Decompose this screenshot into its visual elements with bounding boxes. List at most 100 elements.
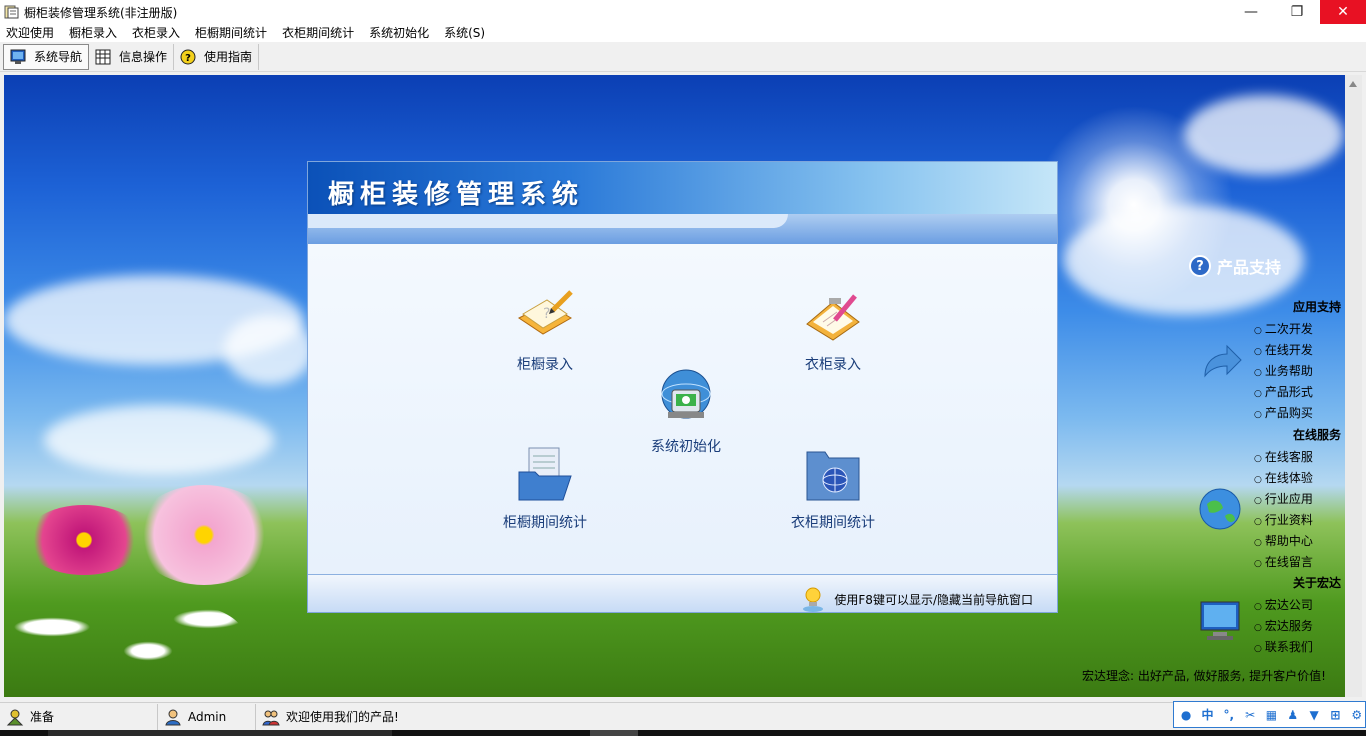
- globe-computer-icon: [661, 369, 711, 419]
- title-bar: 橱柜装修管理系统(非注册版) — ❐ ✕: [0, 0, 1366, 24]
- pink-flower: [134, 485, 274, 585]
- document-folder-icon: [518, 447, 572, 501]
- person-pin-icon: [6, 709, 24, 725]
- cloud: [224, 315, 314, 385]
- taskbar-segment: [590, 730, 638, 736]
- clipboard-pen-icon: [806, 294, 860, 341]
- link-online-support[interactable]: 在线客服: [1254, 448, 1313, 469]
- keyboard-icon[interactable]: ▦: [1263, 706, 1279, 723]
- skin-icon[interactable]: ▼: [1306, 706, 1322, 723]
- link-hongda-service[interactable]: 宏达服务: [1254, 617, 1313, 638]
- cabinet-entry-label: 柜橱录入: [517, 357, 573, 373]
- app-support-title: 应用支持: [1292, 300, 1341, 314]
- link-business-help[interactable]: 业务帮助: [1254, 362, 1313, 383]
- status-welcome: 欢迎使用我们的产品!: [256, 704, 1166, 730]
- info-operation-button[interactable]: 信息操作: [89, 43, 175, 70]
- grid-icon: [95, 49, 111, 64]
- system-init-tile[interactable]: 系统初始化: [611, 366, 761, 456]
- notebook-pencil-icon: ?: [518, 290, 573, 335]
- help-icon: ?: [180, 49, 196, 64]
- f8-tip-text: 使用F8键可以显示/隐藏当前导航窗口: [834, 592, 1033, 607]
- svg-text:?: ?: [185, 53, 191, 64]
- about-title: 关于宏达: [1292, 576, 1341, 590]
- online-service-group: 在线服务 在线客服 在线体验 行业应用 行业资料 帮助中心 在线留言: [1179, 426, 1349, 569]
- grid-menu-icon[interactable]: ⊞: [1327, 706, 1343, 723]
- status-welcome-text: 欢迎使用我们的产品!: [286, 710, 399, 724]
- restore-button[interactable]: ❐: [1274, 0, 1320, 24]
- link-product-purchase[interactable]: 产品购买: [1254, 404, 1313, 425]
- online-service-title: 在线服务: [1292, 428, 1341, 442]
- menu-bar: 欢迎使用 橱柜录入 衣柜录入 柜橱期间统计 衣柜期间统计 系统初始化 系统(S): [0, 24, 1366, 42]
- app-support-links: 二次开发 在线开发 业务帮助 产品形式 产品购买: [1254, 320, 1313, 425]
- white-flowers: [4, 595, 244, 675]
- info-operation-label: 信息操作: [119, 50, 168, 64]
- menu-wardrobe-entry[interactable]: 衣柜录入: [126, 24, 189, 42]
- menu-cabinet-entry[interactable]: 橱柜录入: [63, 24, 126, 42]
- link-hongda-company[interactable]: 宏达公司: [1254, 596, 1313, 617]
- menu-welcome[interactable]: 欢迎使用: [0, 24, 63, 42]
- cloud: [1184, 95, 1344, 175]
- close-button[interactable]: ✕: [1320, 0, 1366, 24]
- system-nav-button[interactable]: 系统导航: [3, 43, 90, 70]
- link-online-message[interactable]: 在线留言: [1254, 553, 1313, 574]
- menu-wardrobe-stats[interactable]: 衣柜期间统计: [276, 24, 363, 42]
- link-product-form[interactable]: 产品形式: [1254, 383, 1313, 404]
- blue-arrow-icon: [1204, 344, 1242, 378]
- link-contact-us[interactable]: 联系我们: [1254, 638, 1313, 659]
- link-online-dev[interactable]: 在线开发: [1254, 341, 1313, 362]
- wardrobe-stats-label: 衣柜期间统计: [791, 515, 875, 531]
- computer-monitor-icon: [1200, 601, 1240, 640]
- ime-toolbar: ● 中 °, ✂ ▦ ♟ ▼ ⊞ ⚙: [1173, 701, 1366, 728]
- menu-system-init[interactable]: 系统初始化: [363, 24, 438, 42]
- app-support-group: 应用支持 二次开发 在线开发 业务帮助 产品形式 产品购买: [1179, 298, 1349, 420]
- svg-text:?: ?: [543, 306, 550, 322]
- globe-arrow-icon: [1199, 488, 1241, 530]
- menu-cabinet-stats[interactable]: 柜橱期间统计: [189, 24, 276, 42]
- product-support-title: ? 产品支持: [1189, 254, 1281, 278]
- ime-chinese-toggle[interactable]: 中: [1199, 706, 1215, 723]
- scroll-up-arrow-icon[interactable]: [1349, 81, 1357, 87]
- panel-footer: 使用F8键可以显示/隐藏当前导航窗口: [308, 574, 1057, 612]
- cabinet-entry-tile[interactable]: ? 柜橱录入: [470, 284, 620, 374]
- window-title: 橱柜装修管理系统(非注册版): [24, 5, 178, 20]
- about-group: 关于宏达 宏达公司 宏达服务 联系我们: [1179, 574, 1349, 674]
- lightbulb-icon: [803, 587, 824, 612]
- link-help-center[interactable]: 帮助中心: [1254, 532, 1313, 553]
- ime-logo-icon[interactable]: ●: [1178, 706, 1194, 723]
- user-center-icon[interactable]: ♟: [1285, 706, 1301, 723]
- online-service-links: 在线客服 在线体验 行业应用 行业资料 帮助中心 在线留言: [1254, 448, 1313, 574]
- link-industry-apps[interactable]: 行业应用: [1254, 490, 1313, 511]
- user-guide-label: 使用指南: [204, 50, 253, 64]
- wardrobe-stats-tile[interactable]: 衣柜期间统计: [758, 442, 908, 532]
- wardrobe-entry-label: 衣柜录入: [805, 357, 861, 373]
- panel-band: [308, 214, 1057, 244]
- minimize-button[interactable]: —: [1228, 0, 1274, 24]
- settings-gear-icon[interactable]: ⚙: [1349, 706, 1365, 723]
- wardrobe-entry-tile[interactable]: 衣柜录入: [758, 284, 908, 374]
- ime-punctuation-toggle[interactable]: °,: [1221, 706, 1237, 723]
- menu-system[interactable]: 系统(S): [438, 24, 494, 42]
- product-support-label: 产品支持: [1217, 258, 1282, 277]
- window-controls: — ❐ ✕: [1228, 0, 1366, 24]
- link-industry-docs[interactable]: 行业资料: [1254, 511, 1313, 532]
- cabinet-stats-tile[interactable]: 柜橱期间统计: [470, 442, 620, 532]
- monitor-icon: [10, 49, 26, 64]
- panel-band-highlight: [308, 214, 788, 228]
- users-icon: [262, 710, 280, 725]
- question-circle-icon: ?: [1189, 255, 1211, 277]
- product-support-sidebar: ? 产品支持 应用支持 二次开发 在线开发 业务帮助 产品形式 产品购买 在线服…: [1179, 250, 1349, 697]
- status-ready-text: 准备: [30, 710, 55, 724]
- status-user-text: Admin: [188, 709, 227, 724]
- user-guide-button[interactable]: ? 使用指南: [174, 43, 260, 70]
- main-workspace: 橱柜装修管理系统 ? 柜橱录入 衣柜录入 系统初始化 柜橱期间统计 衣柜期间统计…: [4, 75, 1362, 697]
- system-nav-label: 系统导航: [34, 50, 83, 64]
- f8-tip: 使用F8键可以显示/隐藏当前导航窗口: [802, 586, 1033, 612]
- navigation-panel: 橱柜装修管理系统 ? 柜橱录入 衣柜录入 系统初始化 柜橱期间统计 衣柜期间统计…: [307, 161, 1058, 613]
- pink-flower: [24, 505, 144, 575]
- toolbar: 系统导航 信息操作 ? 使用指南: [0, 42, 1366, 72]
- link-secondary-dev[interactable]: 二次开发: [1254, 320, 1313, 341]
- link-online-trial[interactable]: 在线体验: [1254, 469, 1313, 490]
- panel-body: ? 柜橱录入 衣柜录入 系统初始化 柜橱期间统计 衣柜期间统计: [308, 244, 1057, 574]
- scissors-icon[interactable]: ✂: [1242, 706, 1258, 723]
- system-init-label: 系统初始化: [651, 439, 721, 455]
